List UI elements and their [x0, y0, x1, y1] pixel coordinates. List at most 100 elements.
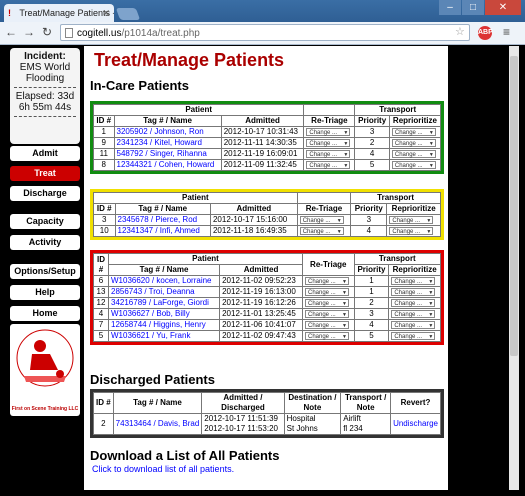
adblock-extension-icon[interactable]: ABP — [478, 26, 493, 40]
nav-help[interactable]: Help — [10, 285, 80, 300]
id-header: ID # — [93, 253, 109, 276]
table-row: 13 2856743 / Troi, Deanna 2012-11-19 16:13… — [93, 286, 441, 298]
patient-link[interactable]: 34216789 / LaForge, Giordi — [111, 299, 209, 308]
patient-header: Patient — [92, 104, 305, 116]
patient-link[interactable]: 3205902 / Johnson, Ron — [117, 128, 204, 137]
undischarge-link[interactable]: Undischarge — [393, 419, 438, 428]
cell-dates: 2012-10-17 11:51:39 2012-10-17 11:53:20 — [201, 413, 285, 435]
reprioritize-select[interactable]: Change ... — [391, 127, 436, 137]
forward-arrow-icon[interactable]: → — [22, 25, 36, 39]
bookmark-star-icon[interactable]: ☆ — [455, 25, 465, 38]
browser-tab[interactable]: ! Treat/Manage Patients - T ✕ — [4, 4, 114, 22]
retriage-select[interactable]: Change ... — [304, 331, 349, 341]
nav-home[interactable]: Home — [10, 306, 80, 321]
nav-capacity[interactable]: Capacity — [10, 214, 80, 229]
patient-link[interactable]: 2856743 / Troi, Deanna — [111, 288, 195, 297]
admitted-date: 2012-10-17 11:51:39 — [204, 414, 278, 424]
tab-close-icon[interactable]: ✕ — [102, 4, 110, 22]
id-header: ID # — [93, 115, 115, 127]
retriage-select[interactable]: Change ... — [304, 287, 349, 297]
blank-header — [303, 104, 356, 116]
patient-link[interactable]: 12341347 / Infi, Ahmed — [118, 227, 200, 236]
scrollbar-thumb[interactable] — [510, 56, 518, 356]
cell-id: 13 — [93, 286, 109, 298]
green-priority-group: Patient Transport ID # Tag # / Name Admi… — [90, 101, 444, 174]
patient-link[interactable]: 12658744 / Higgins, Henry — [111, 321, 206, 330]
incident-name: EMS World Flooding — [19, 62, 71, 84]
patient-link[interactable]: 2345678 / Pierce, Rod — [118, 216, 198, 225]
nav-options-setup[interactable]: Options/Setup — [10, 264, 80, 279]
cell-priority: 3 — [353, 308, 390, 320]
cell-retriage: Change ... — [301, 297, 355, 309]
cell-reprioritize: Change ... — [388, 159, 442, 171]
retriage-select[interactable]: Change ... — [304, 309, 349, 319]
patient-link[interactable]: 2341234 / Kitel, Howard — [117, 139, 202, 148]
new-tab-button[interactable] — [115, 8, 141, 20]
retriage-header: Re-Triage — [301, 253, 355, 276]
download-link[interactable]: Click to download list of all patients. — [92, 464, 234, 474]
reprioritize-select[interactable]: Change ... — [391, 276, 436, 286]
reprioritize-select[interactable]: Change ... — [391, 287, 436, 297]
discharged-group: ID # Tag # / Name Admitted / Discharged … — [90, 389, 444, 438]
reprioritize-header: Reprioritize — [386, 203, 441, 215]
reprioritize-select[interactable]: Change ... — [391, 138, 436, 148]
elapsed-time: Elapsed: 33d 6h 55m 44s — [15, 91, 75, 113]
cell-tag: W1036627 / Bob, Billy — [107, 308, 221, 320]
reprioritize-select[interactable]: Change ... — [391, 298, 436, 308]
patient-link[interactable]: W1036627 / Bob, Billy — [111, 310, 190, 319]
cell-id: 9 — [93, 137, 115, 149]
nav-discharge[interactable]: Discharge — [10, 186, 80, 201]
patient-link[interactable]: W1036621 / Yu, Frank — [111, 332, 190, 341]
reload-icon[interactable]: ↻ — [40, 25, 54, 39]
back-arrow-icon[interactable]: ← — [4, 25, 18, 39]
red-patient-table: ID # Patient Re-Triage Transport Tag # /… — [93, 253, 442, 342]
patient-link[interactable]: 74313464 / Davis, Brad — [116, 419, 200, 428]
reprioritize-select[interactable]: Change ... — [391, 160, 436, 170]
retriage-select[interactable]: Change ... — [304, 298, 349, 308]
transport-header: Transport — [354, 104, 441, 116]
nav-admit[interactable]: Admit — [10, 146, 80, 161]
cell-tag: 34216789 / LaForge, Giordi — [107, 297, 221, 309]
destination-header: Destination / Note — [283, 392, 342, 414]
retriage-select[interactable]: Change ... — [299, 226, 344, 236]
nav-activity[interactable]: Activity — [10, 235, 80, 250]
table-row: 9 2341234 / Kitel, Howard 2012-11-11 14:30… — [93, 137, 442, 149]
table-row: 3 2345678 / Pierce, Rod 2012-10-17 15:16:0… — [93, 214, 441, 226]
incare-heading: In-Care Patients — [90, 78, 189, 93]
red-rows: 6 W1036620 / kocen, Lorraine 2012-11-02 09… — [93, 275, 441, 342]
retriage-select[interactable]: Change ... — [304, 320, 349, 330]
page-favicon-icon: ! — [8, 8, 11, 18]
reprioritize-select[interactable]: Change ... — [389, 215, 434, 225]
reprioritize-select[interactable]: Change ... — [391, 320, 436, 330]
table-row: 1 3205902 / Johnson, Ron 2012-10-17 10:31:… — [93, 126, 442, 138]
window-close-icon[interactable]: ✕ — [485, 0, 521, 15]
reprioritize-select[interactable]: Change ... — [389, 226, 434, 236]
reprioritize-select[interactable]: Change ... — [391, 149, 436, 159]
reprioritize-select[interactable]: Change ... — [391, 309, 436, 319]
retriage-select[interactable]: Change ... — [306, 138, 351, 148]
cell-id: 8 — [93, 159, 115, 171]
cell-retriage: Change ... — [301, 286, 355, 298]
cell-reprioritize: Change ... — [388, 126, 442, 138]
retriage-select[interactable]: Change ... — [306, 160, 351, 170]
patient-link[interactable]: 548792 / Singer, Rihanna — [117, 150, 207, 159]
cell-admitted: 2012-11-11 14:30:35 — [220, 137, 305, 149]
sidebar: Incident: EMS World Flooding Elapsed: 33… — [6, 46, 84, 490]
maximize-icon[interactable]: □ — [462, 0, 484, 15]
retriage-select[interactable]: Change ... — [306, 127, 351, 137]
reprioritize-select[interactable]: Change ... — [391, 331, 436, 341]
cell-id: 3 — [93, 214, 116, 226]
retriage-select[interactable]: Change ... — [304, 276, 349, 286]
patient-link[interactable]: W1036620 / kocen, Lorraine — [111, 277, 212, 286]
page-scrollbar[interactable] — [509, 46, 519, 490]
browser-menu-icon[interactable]: ≡ — [503, 25, 510, 39]
cell-transport: Airlift fl 234 — [340, 413, 392, 435]
table-row: 4 W1036627 / Bob, Billy 2012-11-01 13:25:4… — [93, 308, 441, 320]
patient-link[interactable]: 12344321 / Cohen, Howard — [117, 161, 215, 170]
retriage-select[interactable]: Change ... — [299, 215, 344, 225]
retriage-select[interactable]: Change ... — [306, 149, 351, 159]
nav-treat[interactable]: Treat — [10, 166, 80, 181]
address-bar[interactable]: cogitell.us/p1014a/treat.php — [60, 24, 470, 41]
minimize-icon[interactable]: – — [439, 0, 461, 15]
tag-header: Tag # / Name — [114, 203, 211, 215]
